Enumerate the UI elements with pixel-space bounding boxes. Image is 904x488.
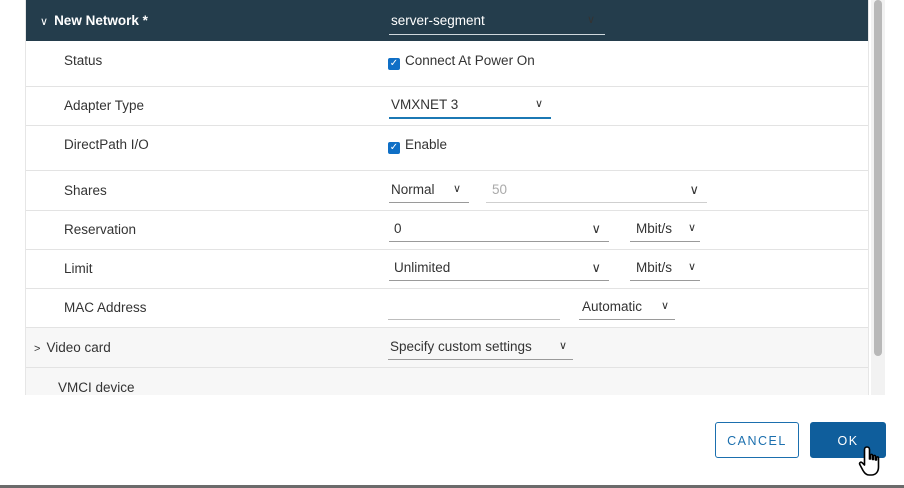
chevron-down-icon: ∨ [558,340,567,352]
mac-address-label: MAC Address [64,300,147,315]
mac-mode-select[interactable]: Automatic ∨ [579,295,675,320]
directpath-row: DirectPath I/O ✓ Enable [26,126,868,171]
video-card-row[interactable]: > Video card Specify custom settings ∨ [26,328,868,368]
chevron-down-icon: ∨ [689,182,699,197]
vm-hardware-panel: ∨ New Network * server-segment ∨ Status ✓… [25,0,869,395]
shares-row: Shares Normal ∨ 50 ∨ [26,171,868,211]
chevron-down-icon: ∨ [687,222,696,234]
adapter-type-select[interactable]: VMXNET 3 ∨ [389,93,551,119]
limit-row: Limit Unlimited ∨ Mbit/s ∨ [26,250,868,289]
adapter-type-label: Adapter Type [64,98,145,113]
chevron-down-icon: ∨ [586,14,595,26]
reservation-row: Reservation 0 ∨ Mbit/s ∨ [26,211,868,250]
scrollbar-thumb[interactable] [874,0,882,356]
vmci-device-row[interactable]: VMCI device [26,368,868,395]
chevron-down-icon: ∨ [591,260,601,275]
hand-pointer-icon [858,446,880,476]
limit-label: Limit [64,261,93,276]
adapter-type-row: Adapter Type VMXNET 3 ∨ [26,87,868,126]
status-label: Status [64,53,103,68]
chevron-right-icon[interactable]: > [34,343,40,355]
checkmark-icon: ✓ [388,142,400,154]
chevron-down-icon: ∨ [660,300,669,312]
vmci-device-label: VMCI device [58,380,135,395]
reservation-input[interactable]: 0 ∨ [389,217,609,242]
shares-label: Shares [64,183,107,198]
limit-input[interactable]: Unlimited ∨ [389,256,609,281]
video-card-select[interactable]: Specify custom settings ∨ [388,335,573,360]
chevron-down-icon: ∨ [591,221,601,236]
limit-unit-select[interactable]: Mbit/s ∨ [630,256,700,281]
reservation-unit-select[interactable]: Mbit/s ∨ [630,217,700,242]
chevron-down-icon: ∨ [534,98,543,110]
network-select[interactable]: server-segment ∨ [389,10,605,35]
mac-address-input[interactable] [388,295,560,320]
connect-at-power-on-checkbox[interactable]: ✓ Connect At Power On [388,53,535,70]
chevron-down-icon[interactable]: ∨ [40,16,48,28]
chevron-down-icon: ∨ [452,183,461,195]
cancel-button[interactable]: CANCEL [715,422,799,458]
video-card-label[interactable]: > Video card [34,340,111,355]
new-network-title[interactable]: ∨ New Network * [40,13,148,28]
chevron-down-icon: ∨ [687,261,696,273]
shares-level-select[interactable]: Normal ∨ [389,178,469,203]
shares-value-select[interactable]: 50 ∨ [486,178,707,203]
status-row: Status ✓ Connect At Power On [26,41,868,87]
mac-address-row: MAC Address Automatic ∨ [26,289,868,328]
directpath-label: DirectPath I/O [64,137,149,152]
directpath-enable-checkbox[interactable]: ✓ Enable [388,137,447,154]
new-network-header[interactable]: ∨ New Network * server-segment ∨ [26,0,868,41]
checkmark-icon: ✓ [388,58,400,70]
reservation-label: Reservation [64,222,137,237]
